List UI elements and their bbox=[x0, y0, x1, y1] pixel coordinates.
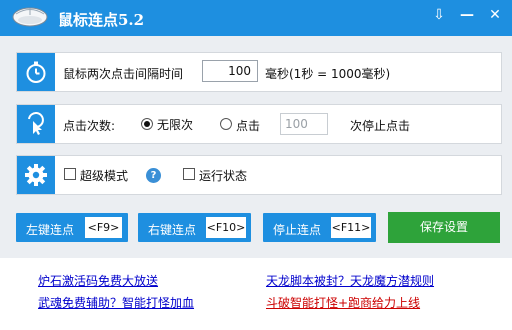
stop-after-label: 次停止点击 bbox=[350, 119, 411, 133]
close-button[interactable]: ✕ bbox=[484, 5, 506, 25]
mode-panel: 超级模式 ? 运行状态 bbox=[16, 155, 502, 195]
stop-click-hotkey: <F11> bbox=[331, 217, 371, 238]
link-tianlong[interactable]: 天龙脚本被封？天龙魔方潜规则 bbox=[266, 272, 434, 289]
pin-button[interactable]: ⇩ bbox=[428, 5, 450, 25]
link-doupo[interactable]: 斗破智能打怪+跑商给力上线 bbox=[266, 294, 420, 311]
gear-icon bbox=[17, 156, 55, 194]
click-count-input[interactable]: 100 bbox=[280, 113, 328, 135]
pin-icon: ⇩ bbox=[433, 7, 445, 23]
interval-unit-label: 毫秒(1秒 = 1000毫秒) bbox=[265, 67, 391, 81]
interval-input[interactable]: 100 bbox=[202, 60, 258, 82]
run-state-label[interactable]: 运行状态 bbox=[199, 167, 247, 184]
click-count-panel: 点击次数: 无限次 点击 100 次停止点击 bbox=[16, 104, 502, 144]
window-title: 鼠标连点5.2 bbox=[58, 11, 145, 29]
stop-click-button[interactable]: 停止连点 <F11> bbox=[263, 213, 376, 242]
title-bar[interactable]: 鼠标连点5.2 ⇩ — ✕ bbox=[0, 0, 512, 36]
cursor-click-icon bbox=[17, 105, 55, 143]
help-icon[interactable]: ? bbox=[146, 168, 161, 183]
unlimited-radio[interactable] bbox=[141, 118, 153, 130]
run-state-checkbox[interactable] bbox=[183, 168, 195, 180]
click-count-label: 点击次数: bbox=[63, 119, 116, 133]
unlimited-label[interactable]: 无限次 bbox=[157, 116, 193, 133]
right-click-button[interactable]: 右键连点 <F10> bbox=[138, 213, 251, 242]
left-click-button[interactable]: 左键连点 <F9> bbox=[16, 213, 128, 242]
stopwatch-icon bbox=[17, 53, 55, 91]
stop-click-label: 停止连点 bbox=[273, 223, 322, 237]
limited-radio[interactable] bbox=[220, 118, 232, 130]
link-wuhun[interactable]: 武魂免费辅助？智能打怪加血 bbox=[38, 294, 194, 311]
save-settings-button[interactable]: 保存设置 bbox=[388, 212, 500, 243]
minimize-icon: — bbox=[460, 7, 474, 23]
interval-label: 鼠标两次点击间隔时间 bbox=[63, 67, 184, 81]
limited-label[interactable]: 点击 bbox=[236, 117, 260, 134]
super-mode-checkbox[interactable] bbox=[64, 168, 76, 180]
left-click-hotkey: <F9> bbox=[85, 217, 122, 238]
mouse-icon bbox=[10, 3, 50, 32]
app-window: 鼠标连点5.2 ⇩ — ✕ 鼠标两次点击间隔时间 100 毫秒(1秒 = 100… bbox=[0, 0, 512, 330]
left-click-label: 左键连点 bbox=[26, 223, 75, 237]
minimize-button[interactable]: — bbox=[456, 5, 478, 25]
interval-panel: 鼠标两次点击间隔时间 100 毫秒(1秒 = 1000毫秒) bbox=[16, 52, 502, 92]
link-hearthstone[interactable]: 炉石激活码免费大放送 bbox=[38, 272, 158, 289]
right-click-hotkey: <F10> bbox=[206, 217, 246, 238]
super-mode-label[interactable]: 超级模式 bbox=[80, 167, 128, 184]
footer-links: 炉石激活码免费大放送 武魂免费辅助？智能打怪加血 天龙脚本被封？天龙魔方潜规则 … bbox=[0, 258, 512, 330]
close-icon: ✕ bbox=[489, 7, 501, 23]
right-click-label: 右键连点 bbox=[148, 223, 197, 237]
